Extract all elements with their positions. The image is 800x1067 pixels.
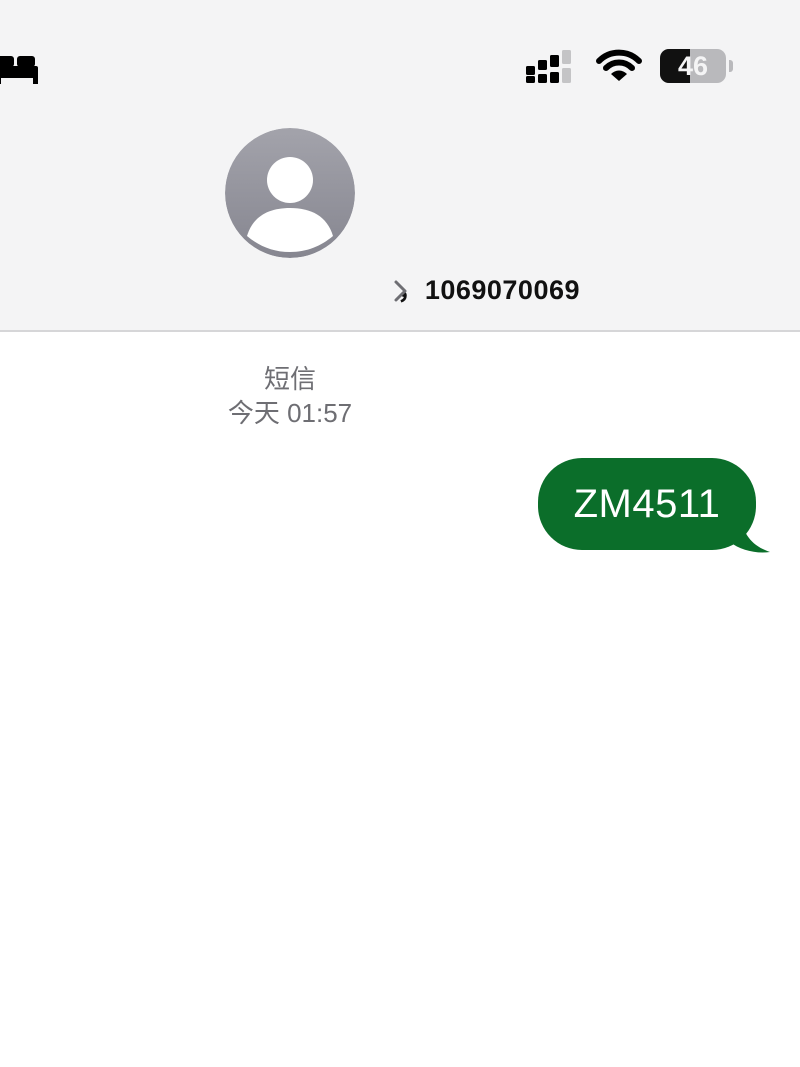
service-label: 短信	[263, 364, 316, 394]
bed-icon	[0, 56, 38, 84]
battery-tip	[729, 60, 733, 72]
contact-card[interactable]: ，1069070069	[0, 128, 800, 318]
battery-indicator: 46	[660, 49, 733, 83]
wifi-icon	[596, 49, 642, 81]
contact-name[interactable]: ，1069070069	[0, 270, 580, 310]
contact-avatar[interactable]	[225, 128, 355, 258]
chevron-right-icon[interactable]	[392, 278, 410, 304]
message-meta: 短信 今天 01:57	[0, 362, 580, 430]
status-bar: 46	[0, 0, 800, 110]
battery-level: 46	[677, 51, 709, 81]
cellular-signal-icon	[526, 50, 571, 83]
conversation-header: 46 ，1069070069	[0, 0, 800, 332]
outgoing-message[interactable]: ZM4511	[530, 456, 780, 556]
message-timestamp: 今天 01:57	[227, 398, 353, 428]
message-bubble[interactable]: ZM4511	[538, 458, 756, 550]
battery-body: 46	[660, 49, 726, 83]
person-placeholder-icon	[225, 128, 355, 258]
